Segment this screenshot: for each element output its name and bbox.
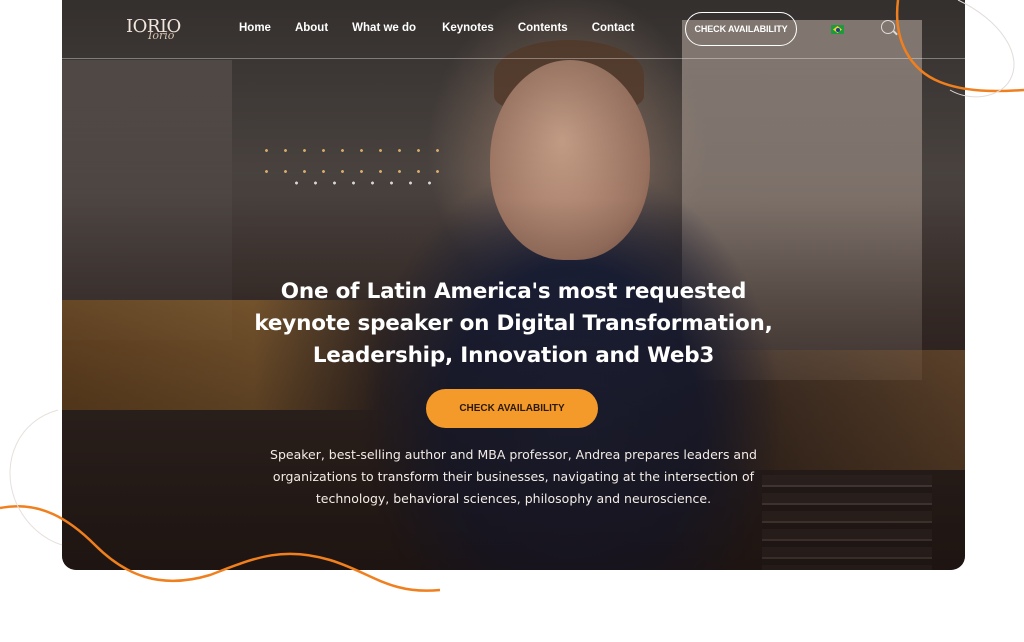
header-check-availability-button[interactable]: CHECK AVAILABILITY: [685, 12, 797, 46]
site-header: IORIO Iorio Home About What we do Keynot…: [62, 0, 965, 59]
nav-about[interactable]: About: [295, 22, 328, 34]
main-nav: Home About What we do Keynotes Contents …: [239, 22, 659, 34]
headline-line-3: Leadership, Innovation and Web3: [312, 343, 715, 368]
nav-keynotes[interactable]: Keynotes: [442, 22, 494, 34]
nav-contents[interactable]: Contents: [518, 22, 568, 34]
description-line-1: Speaker, best-selling author and MBA pro…: [270, 447, 757, 462]
nav-what-we-do[interactable]: What we do: [352, 22, 416, 34]
search-icon[interactable]: [881, 20, 895, 34]
nav-home[interactable]: Home: [239, 22, 271, 34]
logo-script: Iorio: [148, 29, 175, 42]
white-curve-left: [9, 409, 63, 546]
nav-contact[interactable]: Contact: [592, 22, 635, 34]
hero-description: Speaker, best-selling author and MBA pro…: [62, 444, 965, 510]
headline-line-2: keynote speaker on Digital Transformatio…: [254, 311, 773, 336]
hero-section: IORIO Iorio Home About What we do Keynot…: [62, 0, 965, 570]
brazil-flag-icon[interactable]: [831, 25, 844, 34]
description-line-3: technology, behavioral sciences, philoso…: [315, 491, 712, 506]
logo[interactable]: IORIO Iorio: [126, 14, 186, 44]
hero-check-availability-button[interactable]: CHECK AVAILABILITY: [426, 389, 598, 428]
description-line-2: organizations to transform their busines…: [272, 469, 755, 484]
hero-headline: One of Latin America's most requested ke…: [62, 276, 965, 372]
headline-line-1: One of Latin America's most requested: [280, 279, 747, 304]
